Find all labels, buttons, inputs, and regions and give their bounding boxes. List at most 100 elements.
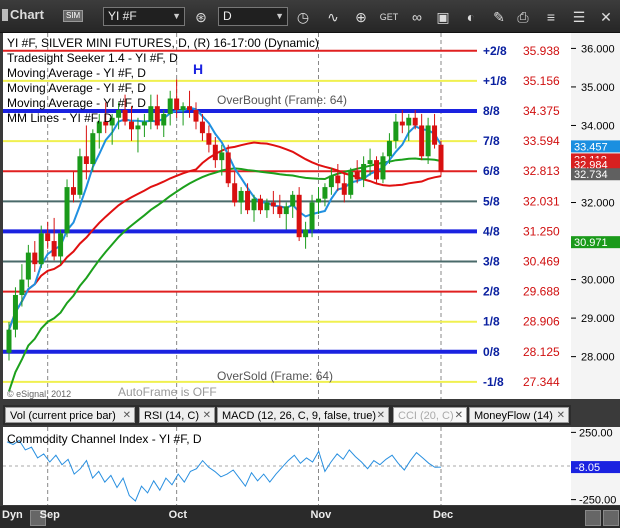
candle-body [225, 152, 231, 184]
legend-line-0[interactable]: YI #F, SILVER MINI FUTURES, D, (R) 16-17… [7, 36, 319, 51]
murrey-level-label: +2/8 [483, 44, 507, 58]
copyright-label: © eSignal, 2012 [7, 389, 72, 399]
candle-body [438, 144, 444, 172]
candle-body [386, 140, 392, 157]
chart-toolbar: Chart SIM YI #F ▼ ⊛ D ▼ ◷ ∿ ⊕ GET ∞ ▣ ◐ ✎ … [0, 0, 620, 33]
interval-combo[interactable]: D ▼ [218, 7, 288, 26]
price-tick-label: 34.000 [581, 120, 615, 132]
high-marker: H [193, 61, 204, 77]
zoom-button[interactable] [603, 510, 619, 526]
study-tabs: Vol (current price bar) ✕ RSI (14, C) ✕ MA… [3, 405, 571, 425]
interval-value: D [223, 9, 232, 23]
price-tick-label: 32.000 [581, 198, 615, 210]
options-icon[interactable]: ☰ [568, 7, 590, 27]
candle-body [90, 133, 96, 164]
candle-body [425, 125, 431, 157]
murrey-level-label: +1/8 [483, 74, 507, 88]
symbol-value: YI #F [108, 9, 137, 23]
link-icon[interactable]: ∞ [406, 7, 428, 27]
murrey-price-label: 27.344 [523, 375, 560, 389]
tab-rsi[interactable]: RSI (14, C) ✕ [139, 407, 215, 423]
zoom-icon[interactable]: ▣ [432, 7, 454, 27]
legend-line-2[interactable]: Moving Average - YI #F, D [7, 66, 319, 81]
candle-body [77, 156, 83, 195]
chevron-down-icon[interactable]: ▼ [172, 8, 181, 25]
time-axis[interactable]: Dyn Sep Oct Nov Dec [0, 506, 620, 528]
interval-link-icon[interactable]: ⊛ [190, 7, 212, 27]
price-tick-label: 28.000 [581, 352, 615, 364]
murrey-price-label: 34.375 [523, 104, 560, 118]
get-data-icon[interactable]: GET [378, 7, 400, 27]
scroll-right-button[interactable] [585, 510, 601, 526]
price-badge-label: 32.734 [574, 169, 608, 181]
candle-body [328, 175, 334, 188]
candle-body [270, 202, 276, 207]
tab-moneyflow[interactable]: MoneyFlow (14) ✕ [469, 407, 569, 423]
palette-icon[interactable]: ◐ [460, 7, 482, 27]
close-icon[interactable]: ✕ [203, 408, 211, 422]
murrey-price-label: 31.250 [523, 224, 560, 238]
chevron-down-icon[interactable]: ▼ [275, 8, 284, 25]
close-icon[interactable]: ✕ [595, 7, 617, 27]
legend-line-5[interactable]: MM Lines - YI #F, D [7, 111, 319, 126]
more-icon[interactable]: ≡ [540, 7, 562, 27]
cci-axis-svg: 250.00 -250.00 -8.05 [571, 427, 620, 505]
dyn-toggle[interactable]: Dyn [2, 509, 23, 521]
tab-label: MACD (12, 26, C, 9, false, true) [222, 410, 377, 422]
candle-body [296, 194, 302, 238]
price-axis[interactable]: 36.00035.00034.00033.00032.00031.00030.0… [571, 33, 620, 399]
symbol-combo[interactable]: YI #F ▼ [103, 7, 185, 26]
candle-body [380, 156, 386, 180]
tab-cci[interactable]: CCI (20, C) ✕ [393, 407, 467, 423]
app-title: Chart [10, 7, 44, 22]
candle-body [361, 163, 367, 180]
candle-body [290, 194, 296, 207]
murrey-level-label: 2/8 [483, 285, 500, 299]
price-tick-label: 29.000 [581, 313, 615, 325]
murrey-level-label: 3/8 [483, 254, 500, 268]
candle-body [58, 233, 64, 257]
cci-chart-area[interactable]: Commodity Channel Index - YI #F, D [3, 427, 571, 505]
sim-badge: SIM [63, 10, 84, 22]
murrey-level-label: 8/8 [483, 104, 500, 118]
candle-body [206, 133, 212, 145]
draw-line-icon[interactable]: ∿ [322, 7, 344, 27]
candle-body [6, 329, 12, 353]
candle-body [354, 171, 360, 180]
wrench-icon[interactable]: ✎ [488, 7, 510, 27]
candle-body [251, 198, 257, 211]
murrey-price-label: 32.031 [523, 194, 560, 208]
cci-value-label: -8.05 [575, 462, 600, 474]
murrey-price-label: 30.469 [523, 254, 560, 268]
x-axis-label: Nov [310, 509, 332, 521]
murrey-price-label: 35.156 [523, 74, 560, 88]
murrey-level-label: 1/8 [483, 315, 500, 329]
candle-body [374, 160, 380, 180]
legend-line-1[interactable]: Tradesight Seeker 1.4 - YI #F, D [7, 51, 319, 66]
candle-body [335, 175, 341, 184]
price-tick-label: 36.000 [581, 43, 615, 55]
print-icon[interactable]: ⎙ [512, 7, 534, 27]
cci-line [6, 439, 442, 502]
candle-body [393, 121, 399, 141]
tab-macd[interactable]: MACD (12, 26, C, 9, false, true) ✕ [217, 407, 389, 423]
candle-body [257, 198, 263, 211]
cci-title[interactable]: Commodity Channel Index - YI #F, D [7, 432, 202, 446]
murrey-price-label: 28.906 [523, 315, 560, 329]
crosshair-icon[interactable]: ⊕ [350, 7, 372, 27]
candle-body [32, 252, 38, 265]
price-chart-area[interactable]: +2/8 35.938 +1/8 35.156 8/8 34.375 7/8 33.594 6/… [3, 33, 571, 399]
candle-body [25, 252, 31, 280]
close-icon[interactable]: ✕ [557, 408, 565, 422]
indicator-legend: YI #F, SILVER MINI FUTURES, D, (R) 16-17… [7, 36, 319, 126]
close-icon[interactable]: ✕ [123, 408, 131, 422]
candle-body [264, 202, 270, 211]
chart-window-icon [2, 9, 8, 21]
clock-icon[interactable]: ◷ [292, 7, 314, 27]
candle-body [412, 117, 418, 126]
price-tick-label: 35.000 [581, 82, 615, 94]
close-icon[interactable]: ✕ [377, 408, 385, 422]
tab-volume[interactable]: Vol (current price bar) ✕ [5, 407, 135, 423]
cci-axis: 250.00 -250.00 -8.05 [571, 427, 620, 505]
close-icon[interactable]: ✕ [455, 408, 463, 422]
